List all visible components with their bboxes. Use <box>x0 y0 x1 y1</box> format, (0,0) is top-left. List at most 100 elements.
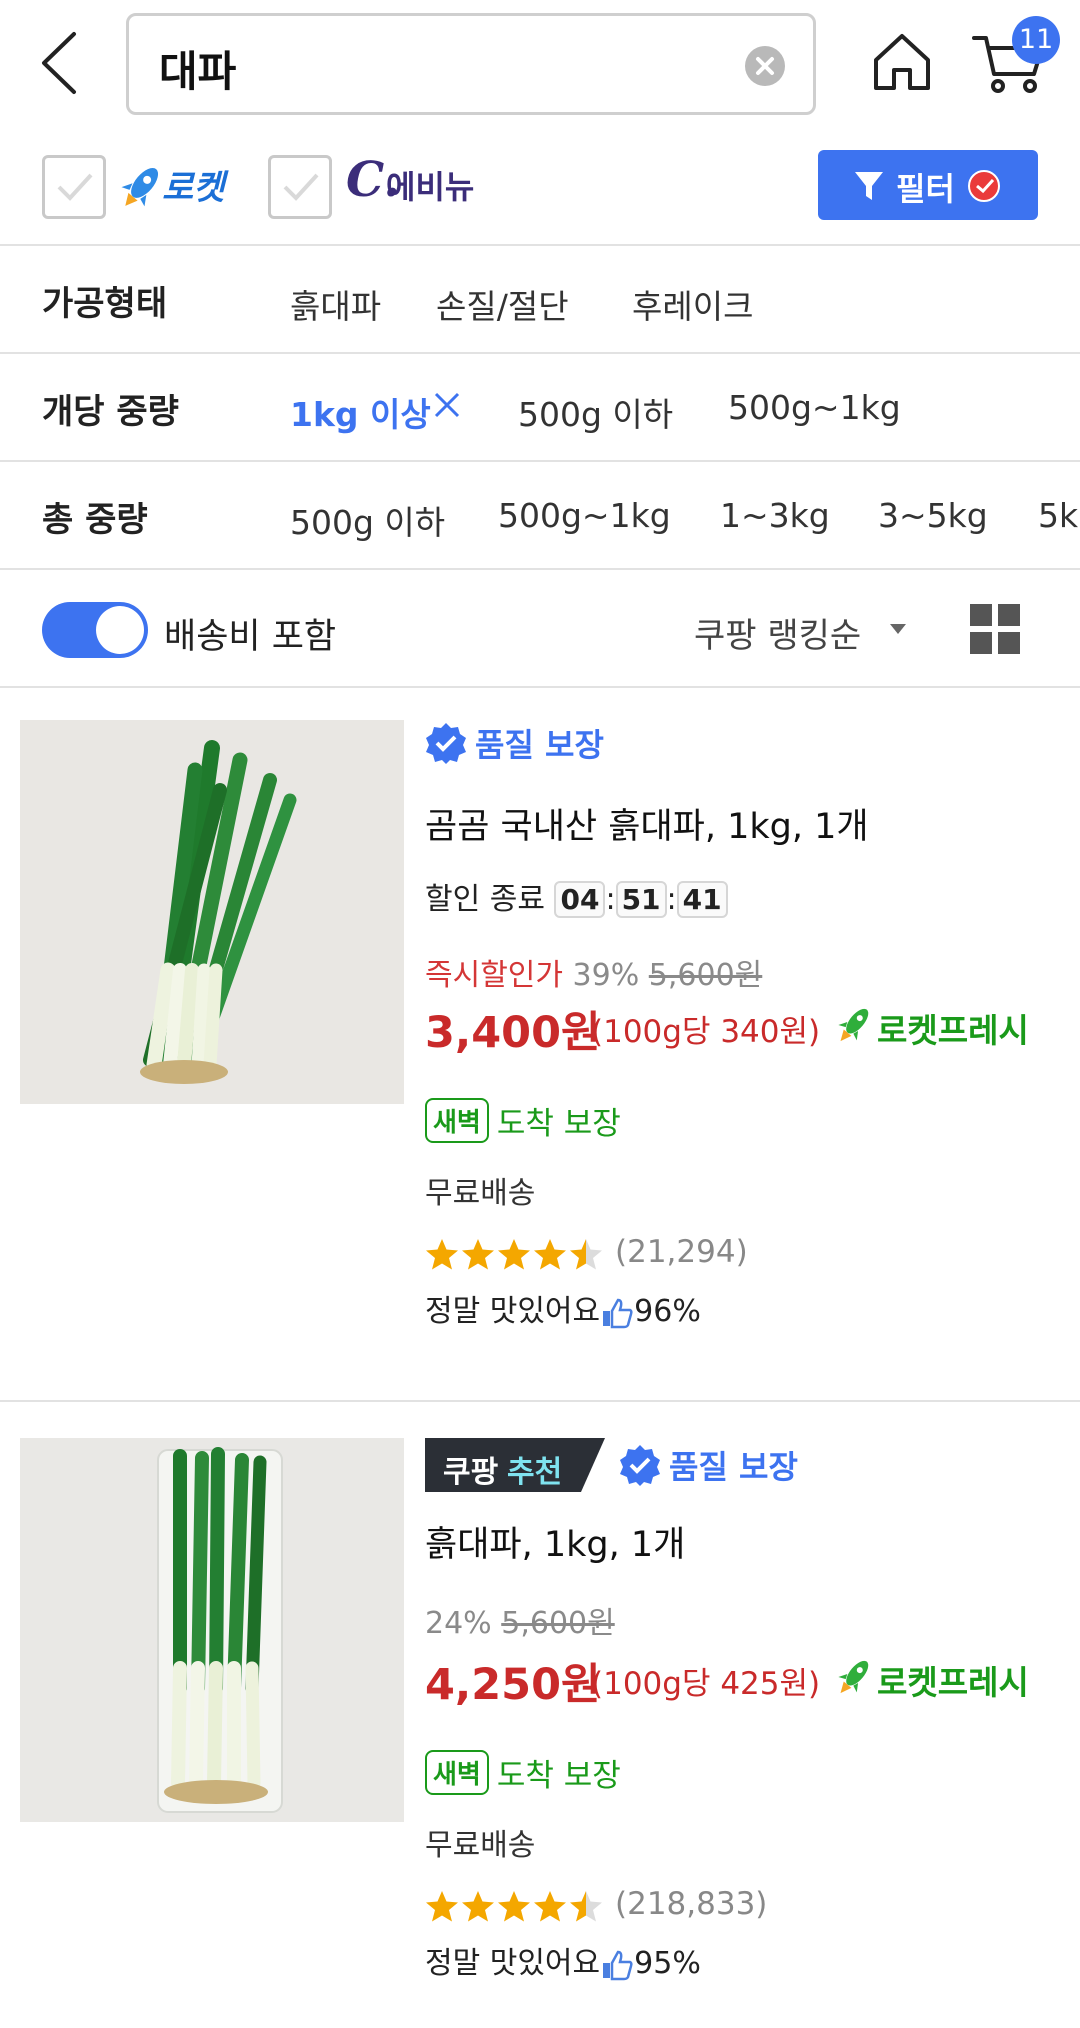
quality-label: 품질 보장 <box>475 726 604 764</box>
attr-title: 개당 중량 <box>42 392 179 432</box>
taste-feedback-row: 정말 맛있어요 95% <box>425 1938 701 1982</box>
close-icon <box>756 57 774 75</box>
attr-option[interactable]: 500g 이하 <box>518 388 673 436</box>
review-count[interactable]: (218,833) <box>615 1886 767 1922</box>
sort-row: 배송비 포함 쿠팡 랭킹순 <box>0 570 1080 686</box>
grid-icon-cell <box>998 604 1020 626</box>
price-row: 3,400원 (100g당 340원) 로켓프레시 <box>425 998 1075 1058</box>
free-shipping: 무료배송 <box>425 1176 536 1211</box>
clear-search-button[interactable] <box>745 46 785 86</box>
coupang-recommend-badge: 쿠팡 추천 <box>425 1438 605 1492</box>
attr-option[interactable]: 500g~1kg <box>498 496 671 535</box>
recommend-part1: 쿠팡 <box>443 1455 499 1490</box>
timer-label: 할인 종료 <box>425 882 545 917</box>
product-title[interactable]: 곰곰 국내산 흙대파, 1kg, 1개 <box>425 798 869 849</box>
home-button[interactable] <box>870 30 934 94</box>
divider <box>0 686 1080 688</box>
badge-row: 쿠팡 추천 품질 보장 <box>425 1438 798 1492</box>
attr-option[interactable]: 3~5kg <box>878 496 988 535</box>
timer-minutes: 51 <box>615 881 667 918</box>
product-card[interactable]: 품질 보장 곰곰 국내산 흙대파, 1kg, 1개 할인 종료 04:51:41… <box>0 720 1080 1370</box>
unit-price: (100g당 340원) <box>591 1014 821 1050</box>
free-shipping: 무료배송 <box>425 1828 536 1863</box>
rocket-checkbox[interactable] <box>42 155 106 219</box>
rocket-fresh-icon <box>838 1008 869 1042</box>
dawn-text: 도착 보장 <box>496 1758 621 1794</box>
product-card[interactable]: 쿠팡 추천 품질 보장 흙대파, 1kg, 1개 24% 5,600원 4,25… <box>0 1438 1080 1998</box>
taste-feedback-row: 정말 맛있어요 96% <box>425 1286 701 1330</box>
discount-timer: 할인 종료 04:51:41 <box>425 874 728 918</box>
grid-icon-cell <box>970 604 992 626</box>
taste-label: 정말 맛있어요 <box>425 1294 601 1329</box>
attr-option[interactable]: 500g~1kg <box>728 388 901 427</box>
verified-badge-icon <box>620 1445 660 1486</box>
checkmark-icon <box>57 173 93 201</box>
dawn-text: 도착 보장 <box>496 1106 621 1142</box>
filter-active-icon <box>968 170 1000 202</box>
attr-row-unit-weight: 개당 중량 1kg 이상 500g 이하 500g~1kg <box>0 354 1080 460</box>
search-input[interactable]: 대파 <box>126 13 816 115</box>
attr-option[interactable]: 500g 이하 <box>290 496 445 544</box>
taste-percent: 95% <box>634 1946 701 1981</box>
original-price: 5,600원 <box>501 1606 615 1641</box>
product-title[interactable]: 흙대파, 1kg, 1개 <box>425 1516 685 1567</box>
discount-rate: 24% <box>425 1606 492 1641</box>
dawn-badge: 새벽 <box>425 1098 489 1143</box>
quality-badge-row: 품질 보장 <box>425 720 604 774</box>
attr-option-selected[interactable]: 1kg 이상 <box>290 388 431 436</box>
discount-row: 24% 5,600원 <box>425 1598 615 1642</box>
attr-option[interactable]: 1~3kg <box>720 496 830 535</box>
delivery-label: 로켓프레시 <box>877 1663 1029 1702</box>
dawn-badge: 새벽 <box>425 1750 489 1795</box>
evnew-checkbox[interactable] <box>268 155 332 219</box>
discount-row: 즉시할인가 39% 5,600원 <box>425 950 762 994</box>
discount-rate: 39% <box>572 958 640 993</box>
original-price: 5,600원 <box>648 958 763 993</box>
review-count[interactable]: (21,294) <box>615 1234 748 1270</box>
checkmark-icon <box>283 173 319 201</box>
chevron-left-icon <box>42 32 76 94</box>
attr-option[interactable]: 5k <box>1038 496 1078 535</box>
shipping-toggle[interactable] <box>42 602 148 658</box>
product-image[interactable] <box>20 1438 404 1822</box>
home-icon <box>874 34 930 90</box>
price-row: 4,250원 (100g당 425원) 로켓프레시 <box>425 1650 1075 1710</box>
attr-option[interactable]: 후레이크 <box>632 280 753 328</box>
attr-option[interactable]: 흙대파 <box>290 280 381 328</box>
attr-title: 총 중량 <box>42 500 148 540</box>
caret-down-icon <box>890 624 906 634</box>
funnel-icon <box>855 172 883 200</box>
filter-button[interactable]: 필터 <box>818 150 1038 220</box>
brand-filter-row: 로켓 C. 에비뉴 필터 <box>0 128 1080 244</box>
back-button[interactable] <box>38 30 82 96</box>
remove-filter-icon[interactable] <box>432 390 462 420</box>
grid-view-button[interactable] <box>970 604 1020 654</box>
toggle-knob <box>96 606 144 654</box>
instant-discount-label: 즉시할인가 <box>425 958 563 993</box>
star-rating <box>426 1891 602 1922</box>
filter-label: 필터 <box>896 170 955 208</box>
attr-title: 가공형태 <box>42 284 168 324</box>
product-image[interactable] <box>20 720 404 1104</box>
divider <box>0 1400 1080 1402</box>
unit-price: (100g당 425원) <box>591 1666 821 1702</box>
search-header: 대파 11 <box>0 0 1080 128</box>
dawn-delivery-row: 새벽 도착 보장 <box>425 1750 621 1795</box>
green-onion-image <box>20 720 404 1104</box>
verified-badge-icon <box>426 723 466 764</box>
recommend-part2: 추천 <box>507 1455 563 1490</box>
rocket-fresh-icon <box>838 1660 869 1694</box>
sort-dropdown[interactable]: 쿠팡 랭킹순 <box>694 608 861 657</box>
search-query-text: 대파 <box>159 47 237 96</box>
grid-icon-cell <box>970 632 992 654</box>
evnew-label: 에비뉴 <box>386 168 475 206</box>
delivery-label: 로켓프레시 <box>877 1011 1029 1050</box>
dawn-delivery-row: 새벽 도착 보장 <box>425 1098 621 1143</box>
attr-row-processing: 가공형태 흙대파 손질/절단 후레이크 <box>0 246 1080 352</box>
thumbs-up-icon <box>603 1950 633 1980</box>
star-rating <box>426 1239 602 1270</box>
rocket-label: 로켓 <box>162 168 225 208</box>
sale-price: 4,250원 <box>425 1660 601 1710</box>
taste-label: 정말 맛있어요 <box>425 1946 601 1981</box>
attr-option[interactable]: 손질/절단 <box>436 280 569 328</box>
